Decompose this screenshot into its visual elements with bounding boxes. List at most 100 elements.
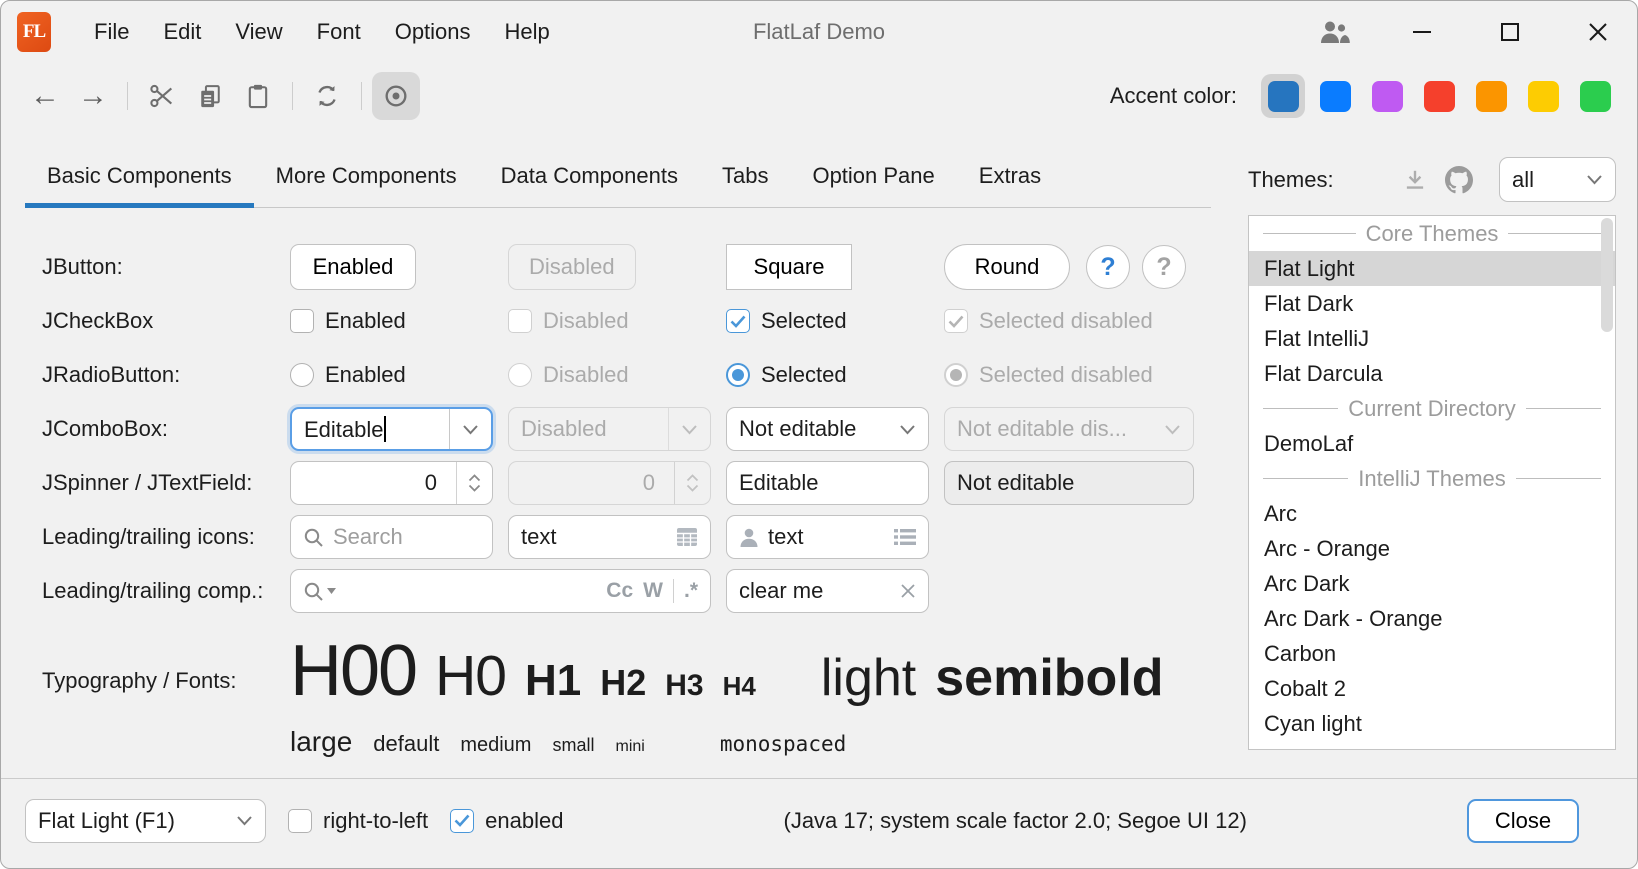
toolbar-separator	[292, 82, 293, 110]
enabled-button[interactable]: Enabled	[290, 244, 416, 290]
text-field-calendar[interactable]: text	[508, 515, 711, 559]
theme-item-arc-orange[interactable]: Arc - Orange	[1249, 531, 1615, 566]
large-sample: large	[290, 726, 352, 758]
square-button[interactable]: Square	[726, 244, 852, 290]
theme-item-cobalt-2[interactable]: Cobalt 2	[1249, 671, 1615, 706]
chevron-down-icon	[886, 408, 928, 450]
radio-enabled[interactable]: Enabled	[290, 362, 406, 388]
theme-item-arc[interactable]: Arc	[1249, 496, 1615, 531]
github-button[interactable]	[1437, 158, 1481, 202]
radio-selected-icon	[944, 363, 968, 387]
menu-options[interactable]: Options	[378, 13, 488, 51]
theme-item-arc-dark[interactable]: Arc Dark	[1249, 566, 1615, 601]
statusbar: Flat Light (F1) right-to-left enabled (J…	[1, 778, 1637, 868]
menu-help[interactable]: Help	[488, 13, 567, 51]
spinner[interactable]: 0	[290, 461, 493, 505]
checkbox-icon	[288, 809, 312, 833]
help-button[interactable]: ?	[1086, 245, 1130, 289]
spinner-up-icon	[686, 474, 699, 482]
accent-swatch-purple[interactable]	[1365, 74, 1409, 118]
light-sample: light	[821, 648, 916, 708]
clear-me-field[interactable]: clear me	[726, 569, 929, 613]
close-button[interactable]: Close	[1467, 799, 1579, 843]
tab-basic-components[interactable]: Basic Components	[25, 149, 254, 207]
minimize-button[interactable]	[1405, 15, 1439, 49]
checkbox-enabled[interactable]: Enabled	[290, 308, 406, 334]
clear-icon[interactable]	[900, 583, 916, 599]
themes-list[interactable]: Core Themes Flat Light Flat Dark Flat In…	[1248, 215, 1616, 750]
menu-view[interactable]: View	[218, 13, 299, 51]
combobox-not-editable[interactable]: Not editable	[726, 407, 929, 451]
chevron-down-icon[interactable]	[449, 409, 491, 449]
tab-more-components[interactable]: More Components	[254, 149, 479, 207]
show-hidden-toggle[interactable]	[372, 72, 420, 120]
accent-swatch-orange[interactable]	[1469, 74, 1513, 118]
menu-file[interactable]: File	[77, 13, 146, 51]
leading-trailing-icons-row: Leading/trailing icons: Search text	[25, 514, 1211, 560]
theme-item-carbon[interactable]: Carbon	[1249, 636, 1615, 671]
theme-item-flat-intellij[interactable]: Flat IntelliJ	[1249, 321, 1615, 356]
accent-swatch-blue[interactable]	[1313, 74, 1357, 118]
theme-item-demolaf[interactable]: DemoLaf	[1249, 426, 1615, 461]
users-icon[interactable]	[1317, 15, 1351, 49]
checkbox-icon	[290, 309, 314, 333]
tab-extras[interactable]: Extras	[957, 149, 1063, 207]
forward-button[interactable]: →	[69, 72, 117, 120]
maximize-button[interactable]	[1493, 15, 1527, 49]
textfield-editable[interactable]: Editable	[726, 461, 929, 505]
themes-filter-combo[interactable]: all	[1499, 157, 1616, 202]
search-field[interactable]: Search	[290, 515, 493, 559]
text-caret	[384, 416, 386, 442]
laf-combo[interactable]: Flat Light (F1)	[25, 799, 266, 843]
checkbox-selected[interactable]: Selected	[726, 308, 847, 334]
regex-button[interactable]: .*	[684, 579, 698, 603]
scrollbar-thumb[interactable]	[1601, 218, 1613, 332]
download-themes-button[interactable]	[1393, 158, 1437, 202]
menu-font[interactable]: Font	[300, 13, 378, 51]
combobox-editable[interactable]: Editable	[290, 407, 493, 451]
theme-item-flat-light[interactable]: Flat Light	[1249, 251, 1615, 286]
tab-option-pane[interactable]: Option Pane	[790, 149, 956, 207]
list-icon[interactable]	[894, 528, 916, 546]
text-field-user[interactable]: text	[726, 515, 929, 559]
back-button[interactable]: ←	[21, 72, 69, 120]
search-with-menu-icon[interactable]	[303, 581, 336, 602]
accent-color-group: Accent color:	[1110, 74, 1617, 118]
match-case-button[interactable]: Cc	[606, 579, 633, 603]
tab-tabs[interactable]: Tabs	[700, 149, 790, 207]
copy-button[interactable]	[186, 72, 234, 120]
accent-swatch-green[interactable]	[1573, 74, 1617, 118]
enabled-checkbox[interactable]: enabled	[450, 808, 563, 834]
typography-row: Typography / Fonts: H00 H0 H1 H2 H3 H4 l…	[25, 630, 1211, 758]
accent-swatch-yellow[interactable]	[1521, 74, 1565, 118]
round-button[interactable]: Round	[944, 244, 1070, 290]
theme-item-flat-darcula[interactable]: Flat Darcula	[1249, 356, 1615, 391]
h3-sample: H3	[665, 669, 703, 703]
field-separator	[673, 579, 674, 603]
app-logo: FL	[17, 12, 51, 52]
download-icon	[1402, 167, 1428, 193]
right-to-left-checkbox[interactable]: right-to-left	[288, 808, 428, 834]
search-field-with-options[interactable]: Cc W .*	[290, 569, 711, 613]
jspinner-label: JSpinner / JTextField:	[25, 470, 290, 496]
refresh-button[interactable]	[303, 72, 351, 120]
theme-item-dark-flat[interactable]: Dark Flat	[1249, 741, 1615, 750]
paste-button[interactable]	[234, 72, 282, 120]
chevron-down-icon	[1151, 408, 1193, 450]
spinner-down-icon	[468, 484, 481, 492]
calendar-icon[interactable]	[676, 527, 698, 547]
menu-edit[interactable]: Edit	[146, 13, 218, 51]
h2-sample: H2	[600, 662, 646, 704]
spinner-down-icon	[686, 484, 699, 492]
theme-item-arc-dark-orange[interactable]: Arc Dark - Orange	[1249, 601, 1615, 636]
tab-data-components[interactable]: Data Components	[479, 149, 700, 207]
theme-item-flat-dark[interactable]: Flat Dark	[1249, 286, 1615, 321]
whole-word-button[interactable]: W	[643, 579, 663, 603]
accent-swatch-default-blue[interactable]	[1261, 74, 1305, 118]
theme-item-cyan-light[interactable]: Cyan light	[1249, 706, 1615, 741]
close-window-button[interactable]	[1581, 15, 1615, 49]
spinner-buttons[interactable]	[456, 462, 492, 504]
radio-selected[interactable]: Selected	[726, 362, 847, 388]
accent-swatch-red[interactable]	[1417, 74, 1461, 118]
cut-button[interactable]	[138, 72, 186, 120]
